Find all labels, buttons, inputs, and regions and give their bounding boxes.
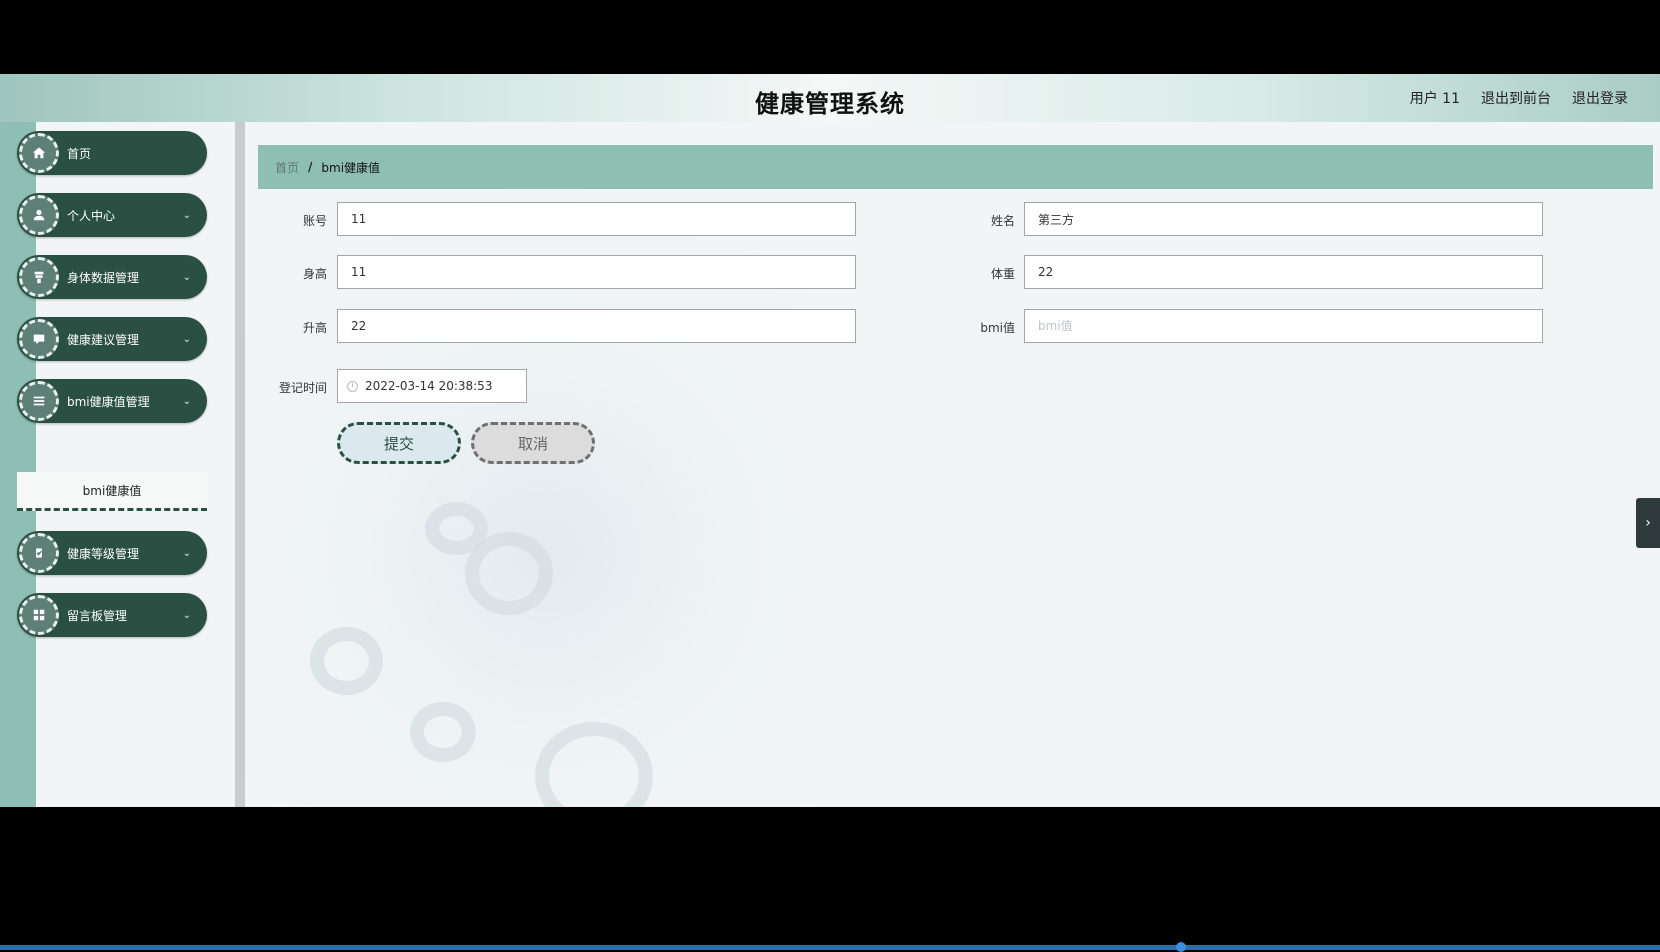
breadcrumb-home[interactable]: 首页 (275, 159, 299, 176)
sidebar-subitem-bmi[interactable]: bmi健康值 (17, 472, 207, 511)
account-field[interactable] (337, 202, 856, 236)
chevron-down-icon: ⌄ (182, 209, 191, 221)
user-icon (19, 195, 59, 235)
sidebar-item-label: 身体数据管理 (67, 270, 140, 285)
sidebar-item-label: 健康建议管理 (67, 332, 140, 347)
height-label: 身高 (302, 267, 327, 281)
background-decoration (535, 722, 653, 807)
name-label: 姓名 (990, 214, 1015, 228)
rise-field[interactable] (337, 309, 856, 343)
background-decoration (310, 627, 383, 695)
sidebar-item-health-advice[interactable]: 健康建议管理 ⌄ (17, 317, 207, 361)
main-content: 首页 / bmi健康值 账号 姓名 身高 体重 升高 bmi值 登记时间 202… (245, 122, 1660, 807)
breadcrumb: 首页 / bmi健康值 (258, 145, 1653, 189)
logout-link[interactable]: 退出登录 (1572, 88, 1628, 108)
sidebar-item-bmi-management[interactable]: bmi健康值管理 ⌄ (17, 379, 207, 423)
app-window: 健康管理系统 用户 11 退出到前台 退出登录 首页 个人中心 ⌄ 身体数据管理… (0, 74, 1660, 807)
breadcrumb-current: bmi健康值 (321, 160, 381, 175)
sidebar-scrollbar[interactable] (235, 122, 245, 807)
register-time-label: 登记时间 (278, 381, 327, 395)
background-decoration (410, 702, 476, 762)
video-progress-bar[interactable] (0, 942, 1660, 952)
height-field[interactable] (337, 255, 856, 289)
register-time-picker[interactable]: 2022-03-14 20:38:53 (337, 369, 527, 403)
chevron-down-icon: ⌄ (182, 547, 191, 559)
exit-to-front-link[interactable]: 退出到前台 (1481, 88, 1551, 108)
sidebar-item-personal-center[interactable]: 个人中心 ⌄ (17, 193, 207, 237)
rise-label: 升高 (302, 321, 327, 335)
sidebar-item-label: 健康等级管理 (67, 546, 140, 561)
chevron-right-icon[interactable]: › (1636, 498, 1660, 548)
chevron-down-icon: ⌄ (182, 333, 191, 345)
bmi-label: bmi值 (980, 321, 1015, 335)
name-field[interactable] (1024, 202, 1543, 236)
chat-icon (19, 319, 59, 359)
weight-field[interactable] (1024, 255, 1543, 289)
sidebar-item-message-board[interactable]: 留言板管理 ⌄ (17, 593, 207, 637)
sidebar-item-body-data[interactable]: 身体数据管理 ⌄ (17, 255, 207, 299)
sidebar-item-health-level[interactable]: 健康等级管理 ⌄ (17, 531, 207, 575)
top-header: 健康管理系统 用户 11 退出到前台 退出登录 (0, 74, 1660, 122)
bmi-field[interactable] (1024, 309, 1543, 343)
body-data-icon (19, 257, 59, 297)
sidebar-item-home[interactable]: 首页 (17, 131, 207, 175)
chevron-down-icon: ⌄ (182, 609, 191, 621)
chevron-down-icon: ⌄ (182, 271, 191, 283)
breadcrumb-separator: / (308, 160, 313, 174)
sidebar-item-label: bmi健康值管理 (67, 394, 150, 409)
cancel-button[interactable]: 取消 (471, 422, 595, 464)
sidebar-item-label: 个人中心 (67, 208, 116, 223)
sidebar: 首页 个人中心 ⌄ 身体数据管理 ⌄ 健康建议管理 ⌄ bmi健康值管理 ⌄ b… (0, 122, 245, 807)
list-icon (19, 381, 59, 421)
progress-knob[interactable] (1176, 942, 1186, 952)
home-icon (19, 133, 59, 173)
user-menu: 用户 11 退出到前台 退出登录 (1410, 88, 1628, 108)
user-label[interactable]: 用户 11 (1410, 88, 1460, 108)
grid-icon (19, 595, 59, 635)
clock-icon (347, 380, 358, 392)
chevron-down-icon: ⌄ (182, 395, 191, 407)
account-label: 账号 (302, 214, 327, 228)
clipboard-icon (19, 533, 59, 573)
sidebar-item-label: 留言板管理 (67, 608, 128, 623)
background-decoration (425, 502, 488, 555)
submit-button[interactable]: 提交 (337, 422, 461, 464)
register-time-value: 2022-03-14 20:38:53 (365, 379, 493, 393)
sidebar-item-label: 首页 (67, 146, 92, 161)
weight-label: 体重 (990, 267, 1015, 281)
